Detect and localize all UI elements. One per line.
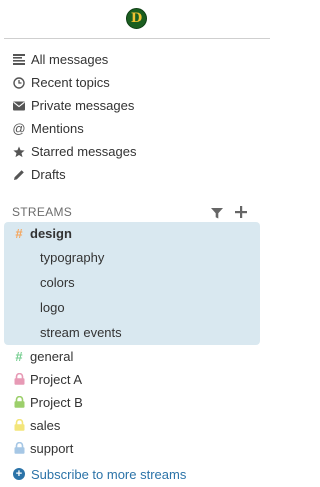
topic-item-typography[interactable]: typography [40, 246, 104, 268]
at-icon: @ [12, 121, 26, 136]
filter-drafts[interactable]: Drafts [0, 163, 270, 186]
stream-name: general [30, 348, 74, 364]
stream-item-general[interactable]: # general [0, 345, 270, 367]
stream-name: Project B [30, 394, 83, 410]
org-logo[interactable]: D [126, 8, 147, 29]
hash-icon: # [15, 348, 23, 364]
lock-icon [13, 442, 25, 454]
star-icon [13, 146, 25, 158]
topic-item-colors[interactable]: colors [40, 271, 75, 293]
stream-item-project-a[interactable]: Project A [0, 368, 270, 390]
sidebar-header: D [0, 0, 270, 39]
filter-label: Recent topics [31, 75, 110, 90]
lock-icon [13, 419, 25, 431]
pencil-icon [13, 169, 25, 181]
stream-name: design [30, 225, 72, 241]
lock-icon [13, 373, 25, 385]
add-stream-icon[interactable] [235, 205, 247, 218]
header-divider [4, 38, 270, 39]
streams-heading[interactable]: STREAMS [12, 205, 72, 219]
topic-item-logo[interactable]: logo [40, 296, 65, 318]
stream-name: support [30, 440, 74, 456]
subscribe-label: Subscribe to more streams [31, 466, 187, 482]
stream-item-support[interactable]: support [0, 437, 270, 459]
filter-label: Mentions [31, 121, 84, 136]
stream-item-project-b[interactable]: Project B [0, 391, 270, 413]
stream-item-design[interactable]: # design [0, 222, 270, 244]
left-sidebar: D All messages Recent topics Private mes… [0, 0, 270, 487]
clock-icon [13, 76, 25, 89]
filter-label: Private messages [31, 98, 135, 113]
stream-item-sales[interactable]: sales [0, 414, 270, 436]
filter-label: All messages [31, 52, 109, 67]
streams-header: STREAMS [0, 202, 270, 222]
filter-private-messages[interactable]: Private messages [0, 94, 270, 117]
envelope-icon [13, 100, 25, 112]
filter-label: Starred messages [31, 144, 137, 159]
list-icon [13, 54, 25, 66]
filter-label: Drafts [31, 167, 66, 182]
stream-name: sales [30, 417, 61, 433]
subscribe-more-streams-link[interactable]: + Subscribe to more streams [13, 464, 186, 484]
filter-icon[interactable] [211, 206, 223, 219]
topic-name: stream events [40, 324, 122, 340]
filter-mentions[interactable]: @ Mentions [0, 117, 270, 140]
filter-recent-topics[interactable]: Recent topics [0, 71, 270, 94]
topic-name: typography [40, 249, 105, 265]
global-filters: All messages Recent topics Private messa… [0, 48, 270, 186]
topic-name: colors [40, 274, 75, 290]
filter-starred-messages[interactable]: Starred messages [0, 140, 270, 163]
lock-icon [13, 396, 25, 408]
hash-icon: # [15, 225, 23, 241]
stream-name: Project A [30, 371, 83, 387]
topic-item-stream-events[interactable]: stream events [40, 321, 122, 343]
plus-circle-icon: + [13, 468, 25, 480]
filter-all-messages[interactable]: All messages [0, 48, 270, 71]
topic-name: logo [40, 299, 65, 315]
